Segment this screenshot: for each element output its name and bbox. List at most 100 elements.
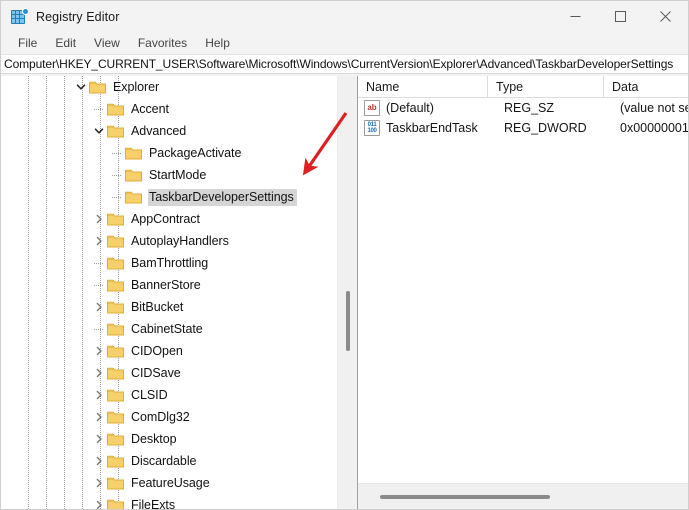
folder-icon [107,279,124,292]
values-list: ab (Default) REG_SZ (value not set) 011100 Ta… [358,98,688,483]
expand-toggle[interactable] [91,362,107,384]
folder-icon [107,345,124,358]
folder-icon [107,278,124,292]
dword-value-icon: 011 100 [364,120,380,136]
tree-item-desktop[interactable]: Desktop [1,428,337,450]
collapse-toggle[interactable] [73,76,89,98]
column-header-name[interactable]: Name [358,76,488,98]
tree-item-comdlg32[interactable]: ComDlg32 [1,406,337,428]
column-header-type[interactable]: Type [488,76,604,98]
expand-toggle[interactable] [91,384,107,406]
chevron-right-icon [96,214,102,224]
registry-tree-pane[interactable]: Explorer Accent Advanced PackageActivate Sta… [1,76,358,509]
tree-item-clsid[interactable]: CLSID [1,384,337,406]
tree-item-label: CIDOpen [131,343,183,358]
tree-item-discardable[interactable]: Discardable [1,450,337,472]
folder-icon [125,168,142,182]
expand-toggle[interactable] [91,296,107,318]
expand-toggle[interactable] [91,406,107,428]
tree-vertical-scrollbar[interactable] [337,76,357,509]
tree-item-featureusage[interactable]: FeatureUsage [1,472,337,494]
minimize-button[interactable] [553,1,598,32]
tree-stub [109,186,125,208]
tree-item-startmode[interactable]: StartMode [1,164,337,186]
value-row[interactable]: 011 100 TaskbarEndTask REG_DWORD 0x00000001 … [358,118,688,138]
tree-item-label: FileExts [131,497,176,510]
tree-item-label: StartMode [149,167,207,182]
menu-item-help[interactable]: Help [196,34,239,52]
folder-icon [107,455,124,468]
value-type-cell: REG_DWORD [504,121,587,135]
chevron-right-icon [96,500,102,509]
folder-icon [107,102,124,116]
tree-item-bannerstore[interactable]: BannerStore [1,274,337,296]
tree-item-fileexts[interactable]: FileExts [1,494,337,509]
tree-scrollbar-thumb[interactable] [346,291,350,351]
tree-item-explorer[interactable]: Explorer [1,76,337,98]
window-controls [553,1,688,32]
folder-icon [107,103,124,116]
tree-item-bitbucket[interactable]: BitBucket [1,296,337,318]
expand-toggle[interactable] [91,230,107,252]
expand-toggle[interactable] [91,208,107,230]
folder-icon [125,146,142,160]
registry-editor-icon [11,7,29,25]
tree-item-cabinetstate[interactable]: CabinetState [1,318,337,340]
close-button[interactable] [643,1,688,32]
column-header-data[interactable]: Data [604,76,688,98]
value-type-cell: REG_SZ [504,101,555,115]
folder-icon [107,410,124,424]
folder-icon [107,389,124,402]
tree-item-cidsave[interactable]: CIDSave [1,362,337,384]
folder-icon [125,169,142,182]
main-split: Explorer Accent Advanced PackageActivate Sta… [1,76,688,509]
values-horizontal-scrollbar[interactable] [358,483,688,509]
expand-toggle[interactable] [91,450,107,472]
menu-item-edit[interactable]: Edit [46,34,85,52]
folder-icon [107,300,124,314]
folder-icon [107,388,124,402]
expand-toggle[interactable] [91,428,107,450]
folder-icon [107,301,124,314]
folder-icon [107,433,124,446]
value-row[interactable]: ab (Default) REG_SZ (value not set) [358,98,688,118]
address-bar[interactable]: Computer\HKEY_CURRENT_USER\Software\Micr… [1,54,688,74]
menu-item-view[interactable]: View [85,34,129,52]
values-scrollbar-thumb[interactable] [380,495,550,499]
tree-item-label: CLSID [131,387,168,402]
tree-item-autoplayhandlers[interactable]: AutoplayHandlers [1,230,337,252]
tree-item-advanced[interactable]: Advanced [1,120,337,142]
tree-item-taskbardevelopersettings[interactable]: TaskbarDeveloperSettings [1,186,337,208]
tree-item-packageactivate[interactable]: PackageActivate [1,142,337,164]
expand-toggle[interactable] [91,340,107,362]
registry-tree: Explorer Accent Advanced PackageActivate Sta… [1,76,337,509]
chevron-down-icon [76,84,86,90]
value-name-cell: TaskbarEndTask [386,121,478,135]
title-bar: Registry Editor [1,1,688,32]
registry-values-pane[interactable]: Name Type Data ab (Default) REG_SZ (value n… [358,76,688,509]
tree-item-bamthrottling[interactable]: BamThrottling [1,252,337,274]
menu-item-file[interactable]: File [9,34,46,52]
folder-icon [107,476,124,490]
collapse-toggle[interactable] [91,120,107,142]
folder-icon [107,323,124,336]
tree-item-accent[interactable]: Accent [1,98,337,120]
chevron-right-icon [96,478,102,488]
folder-icon [107,212,124,226]
tree-item-appcontract[interactable]: AppContract [1,208,337,230]
folder-icon [107,213,124,226]
expand-toggle[interactable] [91,494,107,509]
folder-icon [89,81,106,94]
window-title: Registry Editor [36,9,120,24]
value-name-cell: (Default) [386,101,434,115]
expand-toggle[interactable] [91,472,107,494]
tree-item-cidopen[interactable]: CIDOpen [1,340,337,362]
maximize-button[interactable] [598,1,643,32]
tree-stub [91,274,107,296]
menu-item-favorites[interactable]: Favorites [129,34,196,52]
chevron-right-icon [96,412,102,422]
chevron-down-icon [94,128,104,134]
tree-item-label: CabinetState [131,321,203,336]
tree-item-label: CIDSave [131,365,181,380]
folder-icon [107,256,124,270]
